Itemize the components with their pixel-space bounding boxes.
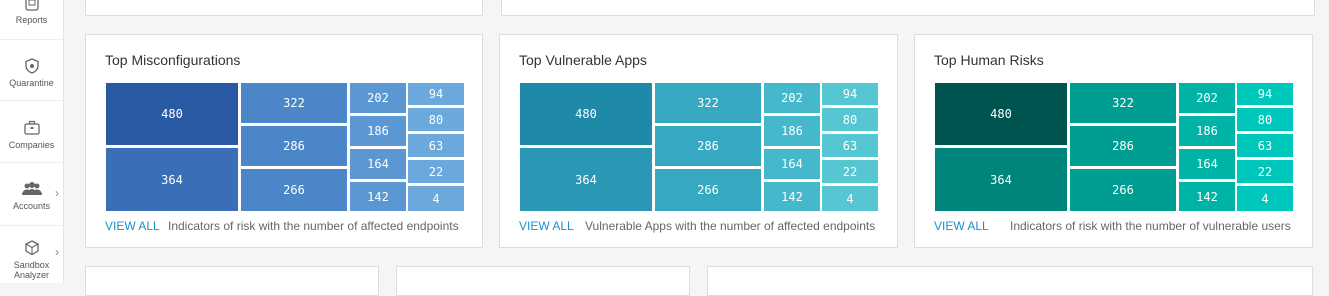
sidebar-item-companies[interactable]: Companies	[0, 119, 63, 150]
widget-top-misconfigurations: Top Misconfigurations 480 364 322 286 266 202…	[85, 34, 483, 248]
widget-top-human-risks: Top Human Risks 480 364 322 286 266 202 186 164…	[914, 34, 1313, 248]
treemap-tile[interactable]: 186	[1179, 116, 1235, 146]
sidebar-item-quarantine[interactable]: Quarantine	[0, 57, 63, 88]
divider	[0, 225, 63, 226]
sidebar-item-label: Sandbox Analyzer	[13, 260, 50, 280]
treemap-tile[interactable]: 322	[1070, 83, 1176, 123]
widget-title: Top Human Risks	[934, 52, 1044, 68]
treemap-tile[interactable]: 480	[935, 83, 1067, 145]
sidebar-item-label: Reports	[15, 15, 48, 25]
treemap-tile[interactable]: 80	[408, 108, 464, 131]
widget-description: Indicators of risk with the number of vu…	[1010, 219, 1291, 233]
chevron-right-icon[interactable]: ›	[55, 245, 59, 259]
treemap-tile[interactable]: 164	[764, 149, 820, 179]
widget-card-partial	[85, 0, 483, 16]
widget-card-partial	[501, 0, 1315, 16]
treemap-tile[interactable]: 266	[241, 169, 347, 211]
sidebar-item-accounts[interactable]: Accounts ›	[0, 180, 63, 211]
treemap-tile[interactable]: 4	[1237, 186, 1293, 211]
sidebar-item-label: Accounts	[12, 201, 51, 211]
widget-card-partial	[707, 266, 1313, 296]
treemap-tile[interactable]: 202	[1179, 83, 1235, 113]
chevron-right-icon[interactable]: ›	[55, 186, 59, 200]
sidebar: Reports Quarantine Companies Accounts ›	[0, 0, 64, 283]
divider	[0, 39, 63, 40]
widget-description: Vulnerable Apps with the number of affec…	[585, 219, 876, 233]
treemap-tile[interactable]: 266	[655, 169, 761, 211]
treemap-tile[interactable]: 480	[520, 83, 652, 145]
treemap-tile[interactable]: 63	[822, 134, 878, 157]
divider	[0, 100, 63, 101]
sidebar-item-label: Companies	[8, 140, 55, 150]
treemap-tile[interactable]: 22	[408, 160, 464, 183]
treemap-tile[interactable]: 364	[935, 148, 1067, 211]
view-all-link[interactable]: VIEW ALL	[934, 219, 989, 233]
widget-title: Top Vulnerable Apps	[519, 52, 647, 68]
treemap-tile[interactable]: 480	[106, 83, 238, 145]
widget-card-partial	[85, 266, 379, 296]
treemap-tile[interactable]: 80	[822, 108, 878, 131]
treemap-tile[interactable]: 142	[1179, 182, 1235, 211]
treemap-tile[interactable]: 322	[655, 83, 761, 123]
treemap-tile[interactable]: 164	[1179, 149, 1235, 179]
treemap-tile[interactable]: 63	[408, 134, 464, 157]
companies-icon	[23, 120, 40, 135]
treemap-tile[interactable]: 142	[764, 182, 820, 211]
divider	[0, 162, 63, 163]
sidebar-item-reports[interactable]: Reports	[0, 0, 63, 25]
treemap-tile[interactable]: 22	[822, 160, 878, 183]
treemap-tile[interactable]: 22	[1237, 160, 1293, 183]
sidebar-item-sandbox-analyzer[interactable]: Sandbox Analyzer ›	[0, 239, 63, 280]
treemap-tile[interactable]: 286	[1070, 126, 1176, 166]
view-all-link[interactable]: VIEW ALL	[105, 219, 160, 233]
treemap-tile[interactable]: 266	[1070, 169, 1176, 211]
treemap-tile[interactable]: 94	[822, 83, 878, 105]
treemap-tile[interactable]: 164	[350, 149, 406, 179]
treemap-tile[interactable]: 286	[655, 126, 761, 166]
widget-card-partial	[396, 266, 690, 296]
treemap-tile[interactable]: 80	[1237, 108, 1293, 131]
quarantine-icon	[24, 58, 39, 74]
treemap-tile[interactable]: 202	[764, 83, 820, 113]
treemap-tile[interactable]: 4	[408, 186, 464, 211]
accounts-icon	[21, 182, 42, 195]
treemap-tile[interactable]: 364	[106, 148, 238, 211]
treemap-tile[interactable]: 94	[1237, 83, 1293, 105]
treemap-tile[interactable]: 4	[822, 186, 878, 211]
treemap-tile[interactable]: 202	[350, 83, 406, 113]
treemap-tile[interactable]: 364	[520, 148, 652, 211]
treemap-tile[interactable]: 63	[1237, 134, 1293, 157]
sidebar-item-label: Quarantine	[9, 78, 54, 88]
treemap-tile[interactable]: 186	[764, 116, 820, 146]
treemap-tile[interactable]: 286	[241, 126, 347, 166]
treemap-tile[interactable]: 322	[241, 83, 347, 123]
reports-icon	[24, 0, 39, 11]
widget-top-vulnerable-apps: Top Vulnerable Apps 480 364 322 286 266 202 18…	[499, 34, 898, 248]
widget-title: Top Misconfigurations	[105, 52, 241, 68]
treemap-tile[interactable]: 94	[408, 83, 464, 105]
treemap-tile[interactable]: 142	[350, 182, 406, 211]
view-all-link[interactable]: VIEW ALL	[519, 219, 574, 233]
sandbox-icon	[24, 240, 39, 256]
widget-description: Indicators of risk with the number of af…	[168, 219, 459, 233]
treemap-tile[interactable]: 186	[350, 116, 406, 146]
